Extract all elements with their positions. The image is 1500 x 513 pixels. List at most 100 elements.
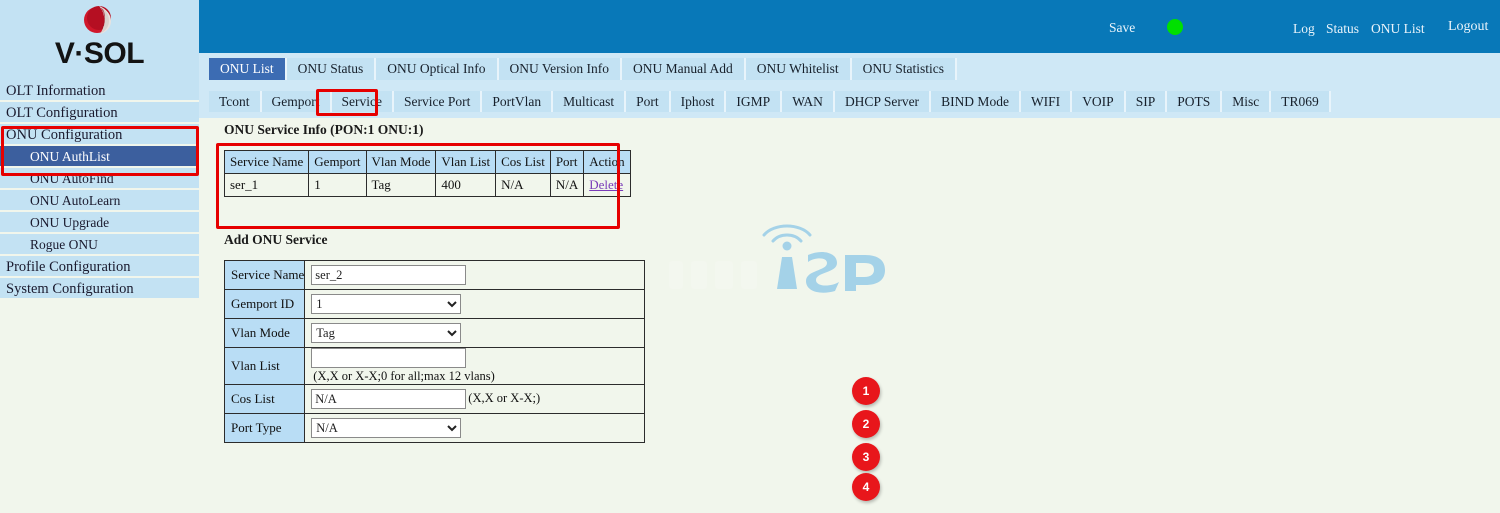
col-action: Action: [584, 151, 630, 174]
tab-onu-list[interactable]: ONU List: [209, 58, 287, 80]
tab-onu-statistics[interactable]: ONU Statistics: [852, 58, 957, 80]
subtab-pots[interactable]: POTS: [1167, 91, 1222, 112]
cell-port: N/A: [550, 174, 583, 197]
port-type-select[interactable]: N/ALANSSID: [311, 418, 461, 438]
step-badge-4: 4: [852, 473, 880, 501]
brand-wordmark: V·SOL: [0, 36, 199, 72]
sidebar-item-onu-autolearn[interactable]: ONU AutoLearn: [0, 190, 199, 212]
sidebar-item-olt-configuration[interactable]: OLT Configuration: [0, 102, 199, 124]
sidebar-item-label: ONU AutoFind: [30, 171, 114, 186]
sidebar-item-profile-configuration[interactable]: Profile Configuration: [0, 256, 199, 278]
form-row-vlan-mode: Vlan Mode TagTransparentTranslation: [225, 319, 645, 348]
label-port-type: Port Type: [225, 414, 305, 443]
table-header-row: Service Name Gemport Vlan Mode Vlan List…: [225, 151, 631, 174]
subtab-misc[interactable]: Misc: [1222, 91, 1271, 112]
form-row-cos-list: Cos List (X,X or X-X;): [225, 385, 645, 414]
status-link[interactable]: Status: [1326, 21, 1359, 37]
main-content: ONU Service Info (PON:1 ONU:1) Service N…: [199, 118, 1500, 513]
cell-vlan-mode: Tag: [366, 174, 436, 197]
logout-link[interactable]: Logout: [1448, 19, 1488, 35]
sidebar-item-label: Profile Configuration: [6, 259, 130, 275]
subtab-igmp[interactable]: IGMP: [726, 91, 782, 112]
subtab-sip[interactable]: SIP: [1126, 91, 1168, 112]
delete-link[interactable]: Delete: [589, 177, 623, 192]
sidebar-item-onu-configuration[interactable]: ONU Configuration: [0, 124, 199, 146]
tab-onu-optical-info[interactable]: ONU Optical Info: [376, 58, 498, 80]
cos-list-hint: (X,X or X-X;): [468, 391, 540, 405]
form-row-service-name: Service Name: [225, 261, 645, 290]
col-gemport: Gemport: [309, 151, 366, 174]
form-row-gemport-id: Gemport ID 1234: [225, 290, 645, 319]
subtab-dhcp-server[interactable]: DHCP Server: [835, 91, 931, 112]
sidebar-item-onu-authlist[interactable]: ONU AuthList: [0, 146, 199, 168]
sidebar-item-olt-information[interactable]: OLT Information: [0, 80, 199, 102]
add-service-title: Add ONU Service: [224, 232, 328, 248]
tab-onu-manual-add[interactable]: ONU Manual Add: [622, 58, 746, 80]
sidebar-item-onu-autofind[interactable]: ONU AutoFind: [0, 168, 199, 190]
cell-service-name: ser_1: [225, 174, 309, 197]
col-port: Port: [550, 151, 583, 174]
sidebar-item-label: ONU AuthList: [30, 149, 110, 164]
subtab-service[interactable]: Service: [332, 91, 394, 112]
brand-logo-area: V·SOL: [0, 0, 199, 80]
onu-list-link[interactable]: ONU List: [1371, 21, 1425, 37]
sidebar-item-label: ONU AutoLearn: [30, 193, 120, 208]
sidebar-item-label: ONU Upgrade: [30, 215, 109, 230]
label-gemport-id: Gemport ID: [225, 290, 305, 319]
subtab-gemport[interactable]: Gemport: [262, 91, 332, 112]
service-name-input[interactable]: [311, 265, 466, 285]
subtab-voip[interactable]: VOIP: [1072, 91, 1126, 112]
label-vlan-mode: Vlan Mode: [225, 319, 305, 348]
vlan-mode-select[interactable]: TagTransparentTranslation: [311, 323, 461, 343]
gemport-id-select[interactable]: 1234: [311, 294, 461, 314]
sidebar-item-rogue-onu[interactable]: Rogue ONU: [0, 234, 199, 256]
step-badge-2: 2: [852, 410, 880, 438]
subtab-wifi[interactable]: WIFI: [1021, 91, 1072, 112]
cos-list-input[interactable]: [311, 389, 466, 409]
subtab-service-port[interactable]: Service Port: [394, 91, 482, 112]
vlan-list-hint: (X,X or X-X;0 for all;max 12 vlans): [313, 369, 495, 383]
subtab-iphost[interactable]: Iphost: [671, 91, 727, 112]
subtab-wan[interactable]: WAN: [782, 91, 835, 112]
isp-watermark-logo: [669, 213, 899, 293]
table-row: ser_1 1 Tag 400 N/A N/A Delete: [225, 174, 631, 197]
subtab-portvlan[interactable]: PortVlan: [482, 91, 553, 112]
service-info-title: ONU Service Info (PON:1 ONU:1): [224, 122, 423, 138]
sidebar-item-label: OLT Configuration: [6, 105, 118, 121]
label-cos-list: Cos List: [225, 385, 305, 414]
sidebar: V·SOL OLT Information OLT Configuration ON…: [0, 0, 199, 513]
top-header-bar: Save Log Status ONU List Logout: [199, 0, 1500, 53]
col-service-name: Service Name: [225, 151, 309, 174]
subtab-port[interactable]: Port: [626, 91, 671, 112]
vsol-sphere-logo-icon: [82, 4, 116, 38]
col-vlan-list: Vlan List: [436, 151, 496, 174]
sidebar-item-label: Rogue ONU: [30, 237, 98, 252]
subtab-tr069[interactable]: TR069: [1271, 91, 1331, 112]
step-badge-1: 1: [852, 377, 880, 405]
green-status-dot-icon: [1167, 19, 1183, 35]
subtab-bind-mode[interactable]: BIND Mode: [931, 91, 1021, 112]
sidebar-item-label: System Configuration: [6, 281, 134, 297]
form-row-port-type: Port Type N/ALANSSID: [225, 414, 645, 443]
sidebar-item-label: ONU Configuration: [6, 127, 122, 143]
subtab-multicast[interactable]: Multicast: [553, 91, 626, 112]
log-link[interactable]: Log: [1293, 21, 1315, 37]
subtab-tcont[interactable]: Tcont: [209, 91, 262, 112]
tab-onu-whitelist[interactable]: ONU Whitelist: [746, 58, 852, 80]
add-onu-service-form: Service Name Gemport ID 1234 Vlan Mode T…: [224, 260, 645, 443]
tab-onu-version-info[interactable]: ONU Version Info: [499, 58, 623, 80]
step-badge-3: 3: [852, 443, 880, 471]
tab-onu-status[interactable]: ONU Status: [287, 58, 377, 80]
sidebar-nav: OLT Information OLT Configuration ONU Conf…: [0, 80, 199, 300]
col-cos-list: Cos List: [496, 151, 551, 174]
onu-service-configuration-page: V·SOL OLT Information OLT Configuration ON…: [0, 0, 1500, 513]
onu-service-info-table: Service Name Gemport Vlan Mode Vlan List…: [224, 150, 631, 197]
col-vlan-mode: Vlan Mode: [366, 151, 436, 174]
save-button[interactable]: Save: [1109, 20, 1135, 36]
label-vlan-list: Vlan List: [225, 348, 305, 385]
vlan-list-input[interactable]: [311, 348, 466, 368]
sidebar-item-system-configuration[interactable]: System Configuration: [0, 278, 199, 300]
primary-tab-bar: ONU ListONU StatusONU Optical InfoONU Ve…: [199, 53, 1500, 85]
label-service-name: Service Name: [225, 261, 305, 290]
sidebar-item-onu-upgrade[interactable]: ONU Upgrade: [0, 212, 199, 234]
